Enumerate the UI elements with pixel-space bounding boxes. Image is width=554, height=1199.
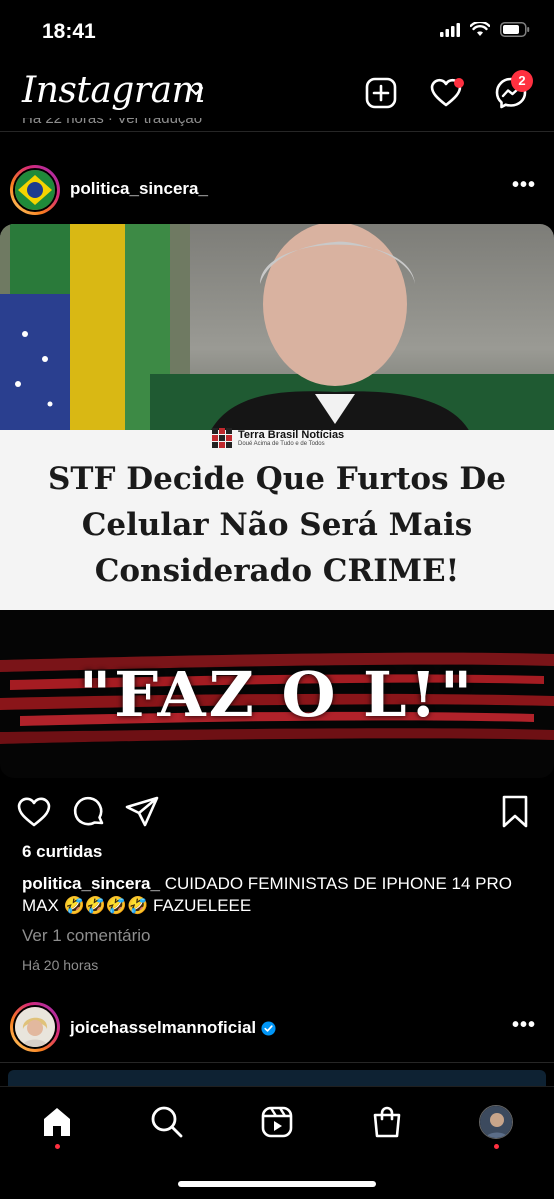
verified-badge-icon xyxy=(261,1021,276,1036)
like-heart-icon[interactable] xyxy=(16,794,52,830)
home-icon[interactable] xyxy=(40,1105,74,1139)
view-comments-link[interactable]: Ver 1 comentário xyxy=(22,926,151,946)
divider xyxy=(0,1062,554,1063)
headline-line: Considerado CRIME! xyxy=(94,553,460,589)
post-image[interactable]: Terra Brasil Notícias Doué Acima de Tudo… xyxy=(0,224,554,778)
chevron-down-icon[interactable] xyxy=(188,86,204,96)
post-timestamp: Há 20 horas xyxy=(22,957,99,973)
next-post-header: joicehasselmannoficial ••• xyxy=(0,998,554,1058)
next-post-more-options-icon[interactable]: ••• xyxy=(512,1014,536,1037)
caption-username[interactable]: politica_sincera_ xyxy=(22,874,160,893)
brand-logo: Terra Brasil Notícias Doué Acima de Tudo… xyxy=(212,425,344,451)
likes-count[interactable]: 6 curtidas xyxy=(22,842,102,862)
brand-logo-icon xyxy=(212,428,232,448)
brazil-flag-avatar xyxy=(15,170,55,210)
status-bar: 18:41 xyxy=(0,0,554,62)
avatar[interactable] xyxy=(10,165,60,215)
next-post-username[interactable]: joicehasselmannoficial xyxy=(70,1018,276,1038)
share-icon[interactable] xyxy=(124,794,160,830)
profile-photo-avatar xyxy=(15,1007,55,1047)
signal-icon xyxy=(440,22,460,37)
profile-photo-icon xyxy=(480,1106,512,1138)
profile-notification-dot xyxy=(494,1144,499,1149)
create-post-icon[interactable] xyxy=(364,76,398,110)
messages-badge: 2 xyxy=(511,70,533,92)
post-actions xyxy=(0,792,554,832)
next-post-avatar[interactable] xyxy=(10,1002,60,1052)
slogan: "FAZ O L!" xyxy=(78,658,476,731)
notifications-dot xyxy=(454,78,464,88)
search-icon[interactable] xyxy=(150,1105,184,1139)
previous-post-timestamp: Há 22 horas · Ver tradução xyxy=(22,118,203,127)
status-icons xyxy=(440,22,530,37)
headline-line: STF Decide Que Furtos De xyxy=(48,461,506,497)
post-username[interactable]: politica_sincera_ xyxy=(70,179,208,199)
save-bookmark-icon[interactable] xyxy=(497,794,533,830)
home-active-dot xyxy=(55,1144,60,1149)
wifi-icon xyxy=(470,22,490,36)
profile-avatar[interactable] xyxy=(479,1105,513,1139)
post-header: politica_sincera_ ••• xyxy=(0,160,554,220)
portrait-figure xyxy=(150,224,554,432)
status-time: 18:41 xyxy=(42,20,96,43)
headline: STF Decide Que Furtos De Celular Não Ser… xyxy=(10,456,544,594)
home-indicator xyxy=(178,1181,376,1187)
brand-name: Terra Brasil Notícias xyxy=(238,429,345,441)
battery-icon xyxy=(500,22,530,37)
more-options-icon[interactable]: ••• xyxy=(512,174,536,197)
caption: politica_sincera_ CUIDADO FEMINISTAS DE … xyxy=(22,873,532,917)
brand-tagline: Doué Acima de Tudo e de Todos xyxy=(238,441,325,447)
reels-icon[interactable] xyxy=(260,1105,294,1139)
instagram-logo[interactable]: Instagram xyxy=(22,70,206,111)
shop-icon[interactable] xyxy=(370,1105,404,1139)
next-post-username-text: joicehasselmannoficial xyxy=(70,1018,257,1037)
divider xyxy=(0,131,554,132)
headline-line: Celular Não Será Mais xyxy=(81,507,473,543)
comment-icon[interactable] xyxy=(71,794,107,830)
